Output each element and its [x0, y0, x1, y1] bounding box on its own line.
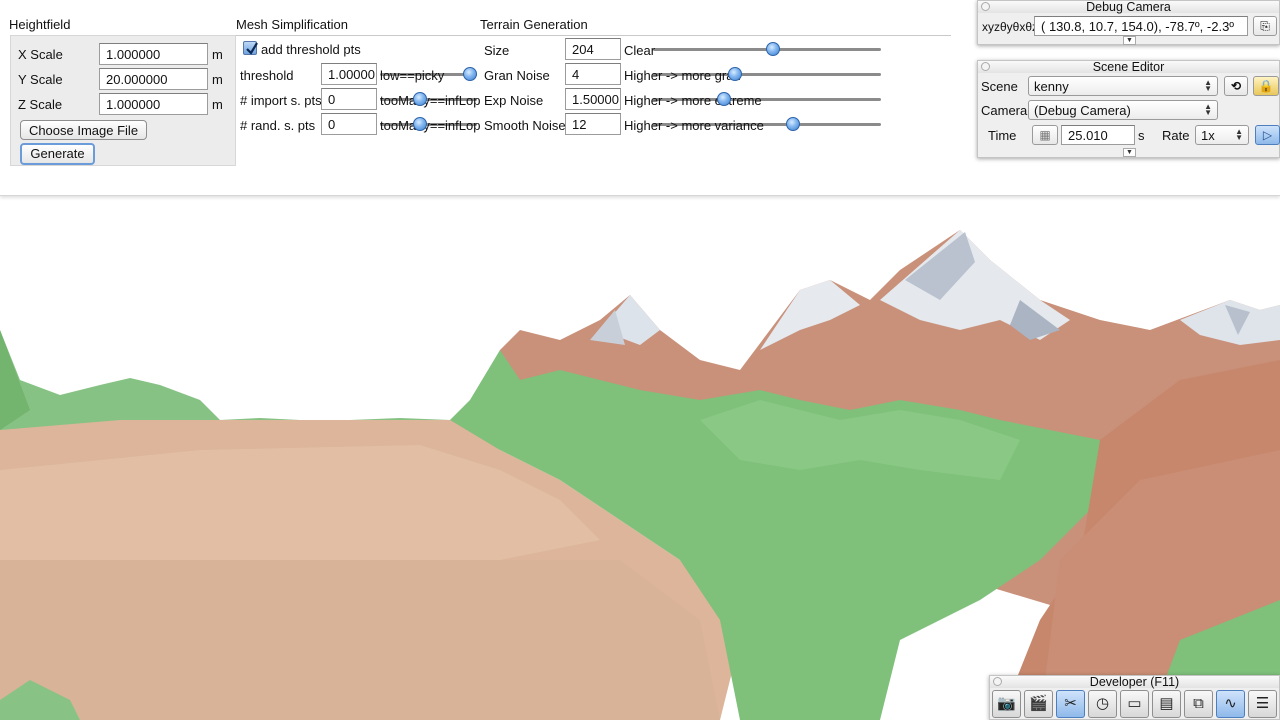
- checkmark-icon: [246, 42, 258, 55]
- clapperboard-icon[interactable]: 🎬: [1024, 690, 1053, 718]
- terminal-icon[interactable]: ▤: [1152, 690, 1181, 718]
- document-icon[interactable]: ☰: [1248, 690, 1277, 718]
- clock-icon[interactable]: ◷: [1088, 690, 1117, 718]
- x-scale-input[interactable]: 1.000000: [99, 43, 208, 65]
- import-pts-slider-thumb[interactable]: [413, 92, 427, 106]
- scene-dropdown-value: kenny: [1034, 79, 1069, 94]
- terrain-generation-title: Terrain Generation: [480, 17, 588, 32]
- updown-arrows-icon: ▲ ▼: [1204, 78, 1212, 93]
- scene-editor-window: Scene Editor Scene kenny ▲ ▼ ⟲ 🔒 Camera (…: [977, 60, 1280, 158]
- section-divider: [236, 35, 951, 36]
- smooth-noise-slider-caption: Higher -> more variance: [624, 118, 764, 133]
- rand-pts-slider-caption: tooMany==infLop: [380, 118, 481, 133]
- import-pts-slider-caption: tooMany==infLop: [380, 93, 481, 108]
- exp-noise-label: Exp Noise: [484, 93, 544, 108]
- scene-editor-title: Scene Editor: [978, 61, 1279, 73]
- size-slider-thumb[interactable]: [766, 42, 781, 56]
- rand-pts-label: # rand. s. pts: [240, 118, 316, 133]
- xyz-label: xyzθyθxθz: [982, 20, 1039, 34]
- camera-icon[interactable]: 📷: [992, 690, 1021, 718]
- exp-noise-input[interactable]: 1.50000: [565, 88, 621, 110]
- gran-noise-label: Gran Noise: [484, 68, 550, 83]
- exp-noise-slider-caption: Higher -> more extreme: [624, 93, 762, 108]
- gran-noise-slider-caption: Higher -> more gran: [624, 68, 741, 83]
- reload-scene-button[interactable]: ⟲: [1224, 76, 1248, 96]
- debug-camera-window: Debug Camera xyzθyθxθz ( 130.8, 10.7, 15…: [977, 0, 1280, 45]
- choose-image-file-button[interactable]: Choose Image File: [20, 120, 147, 140]
- y-scale-input[interactable]: 20.000000: [99, 68, 208, 90]
- rand-pts-input[interactable]: 0: [321, 113, 377, 135]
- add-threshold-label: add threshold pts: [261, 42, 361, 57]
- threshold-slider-thumb[interactable]: [463, 67, 477, 81]
- chevron-down-icon[interactable]: ▼: [1123, 36, 1136, 45]
- camera-dropdown-value: (Debug Camera): [1034, 103, 1131, 118]
- developer-window: Developer (F11) 📷 🎬 ✂ ◷ ▭ ▤ ⧉ ∿ ☰: [989, 675, 1280, 720]
- gran-noise-input[interactable]: 4: [565, 63, 621, 85]
- add-threshold-checkbox[interactable]: [243, 41, 258, 55]
- y-scale-label: Y Scale: [18, 72, 63, 87]
- smooth-noise-label: Smooth Noise: [484, 118, 566, 133]
- lock-button[interactable]: 🔒: [1253, 76, 1279, 96]
- threshold-slider-caption: low==picky: [380, 68, 445, 83]
- size-input[interactable]: 204: [565, 38, 621, 60]
- import-pts-input[interactable]: 0: [321, 88, 377, 110]
- window-icon[interactable]: ⧉: [1184, 690, 1213, 718]
- tools-icon[interactable]: ✂: [1056, 690, 1085, 718]
- play-icon: ▷: [1262, 128, 1273, 142]
- x-scale-unit: m: [212, 47, 223, 62]
- size-slider-caption: Clear: [624, 43, 656, 58]
- y-scale-unit: m: [212, 72, 223, 87]
- threshold-label: threshold: [240, 68, 294, 83]
- scene-label: Scene: [981, 79, 1018, 94]
- heightfield-panel: X Scale 1.000000 m Y Scale 20.000000 m Z…: [10, 35, 236, 166]
- camera-dropdown[interactable]: (Debug Camera) ▲ ▼: [1028, 100, 1218, 120]
- z-scale-unit: m: [212, 97, 223, 112]
- reload-icon: ⟲: [1230, 79, 1242, 93]
- rate-dropdown[interactable]: 1x ▲ ▼: [1195, 125, 1249, 145]
- x-scale-label: X Scale: [18, 47, 63, 62]
- new-file-icon[interactable]: ▭: [1120, 690, 1149, 718]
- mesh-simplification-title: Mesh Simplification: [236, 17, 348, 32]
- chevron-down-icon[interactable]: ▼: [1123, 148, 1136, 157]
- close-icon[interactable]: [993, 677, 1002, 686]
- scene-dropdown[interactable]: kenny ▲ ▼: [1028, 76, 1218, 96]
- z-scale-label: Z Scale: [18, 97, 63, 112]
- developer-title: Developer (F11): [990, 676, 1279, 688]
- play-button[interactable]: ▷: [1255, 125, 1280, 145]
- close-icon[interactable]: [981, 2, 990, 11]
- rate-dropdown-value: 1x: [1201, 128, 1215, 143]
- camera-coords-input[interactable]: ( 130.8, 10.7, 154.0), -78.7º, -2.3º: [1034, 16, 1248, 36]
- camera-label: Camera: [981, 103, 1028, 118]
- updown-arrows-icon: ▲ ▼: [1235, 127, 1243, 142]
- rate-label: Rate: [1162, 128, 1190, 143]
- time-unit: s: [1138, 128, 1145, 143]
- film-strip-icon: ▦: [1039, 128, 1051, 142]
- heightfield-title: Heightfield: [9, 17, 71, 32]
- smooth-noise-input[interactable]: 12: [565, 113, 621, 135]
- rand-pts-slider-thumb[interactable]: [413, 117, 427, 131]
- graph-icon[interactable]: ∿: [1216, 690, 1245, 718]
- terrain-render: [0, 196, 1280, 720]
- threshold-input[interactable]: 1.00000: [321, 63, 377, 85]
- film-strip-button[interactable]: ▦: [1032, 125, 1058, 145]
- time-label: Time: [988, 128, 1017, 143]
- updown-arrows-icon: ▲ ▼: [1204, 102, 1212, 117]
- smooth-noise-slider-thumb[interactable]: [785, 117, 800, 131]
- copy-camera-button[interactable]: ⎘: [1253, 16, 1277, 36]
- size-label: Size: [484, 43, 510, 58]
- z-scale-input[interactable]: 1.000000: [99, 93, 208, 115]
- terrain-viewport[interactable]: [0, 196, 1280, 720]
- generate-button[interactable]: Generate: [20, 143, 95, 165]
- clipboard-icon: ⎘: [1260, 19, 1270, 33]
- gran-noise-slider-thumb[interactable]: [727, 67, 742, 81]
- import-pts-label: # import s. pts: [240, 93, 322, 108]
- time-input[interactable]: 25.010: [1061, 125, 1135, 145]
- close-icon[interactable]: [981, 62, 990, 71]
- debug-camera-title: Debug Camera: [978, 1, 1279, 13]
- lock-icon: 🔒: [1258, 79, 1274, 93]
